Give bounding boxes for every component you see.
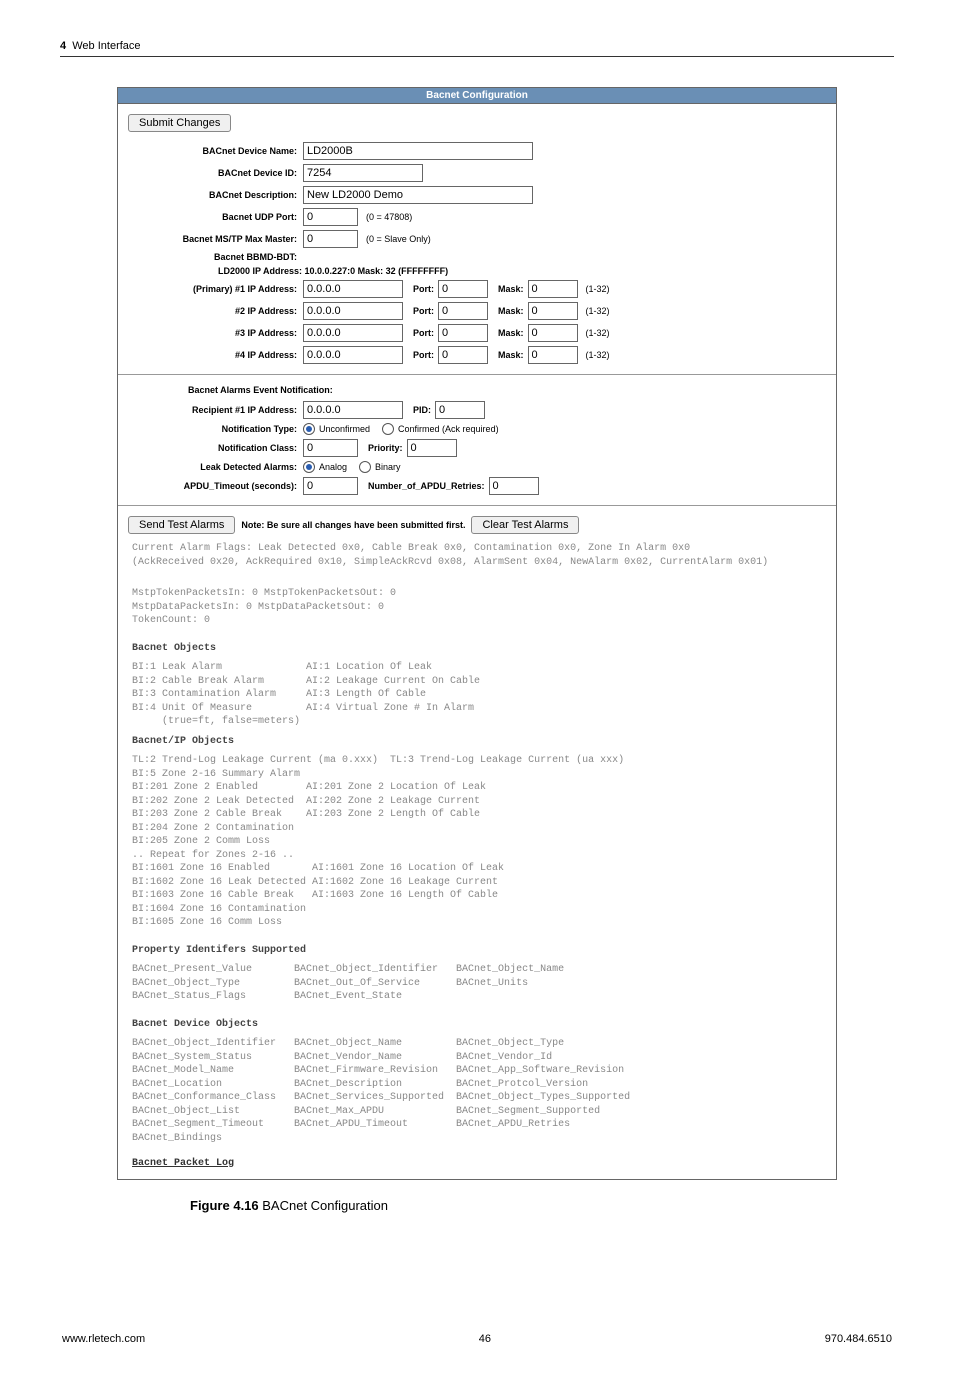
- unconfirmed-label: Unconfirmed: [319, 424, 370, 434]
- device-id-label: BACnet Device ID:: [128, 168, 303, 178]
- apdu-timeout-input[interactable]: [303, 477, 358, 495]
- property-identifiers-text: BACnet_Present_Value BACnet_Object_Ident…: [128, 959, 826, 1006]
- bacnet-objects-heading: Bacnet Objects: [132, 643, 216, 654]
- port3-label: Port:: [413, 328, 434, 338]
- bacnet-ip-objects-heading: Bacnet/IP Objects: [132, 736, 234, 747]
- ip1-label: (Primary) #1 IP Address:: [128, 284, 303, 294]
- mstp-master-input[interactable]: [303, 230, 358, 248]
- property-identifiers-heading: Property Identifers Supported: [132, 945, 306, 956]
- footer-right: 970.484.6510: [825, 1333, 892, 1345]
- port4-label: Port:: [413, 350, 434, 360]
- alarms-section-header: Bacnet Alarms Event Notification:: [188, 385, 826, 395]
- notif-type-label: Notification Type:: [128, 424, 303, 434]
- device-name-input[interactable]: [303, 142, 533, 160]
- recipient-ip-input[interactable]: [303, 401, 403, 419]
- pid-label: PID:: [413, 405, 431, 415]
- port1-label: Port:: [413, 284, 434, 294]
- send-test-alarms-button[interactable]: Send Test Alarms: [128, 516, 235, 534]
- bacnet-device-objects-heading: Bacnet Device Objects: [132, 1019, 258, 1030]
- apdu-retries-label: Number_of_APDU_Retries:: [368, 481, 485, 491]
- ip3-label: #3 IP Address:: [128, 328, 303, 338]
- test-note: Note: Be sure all changes have been subm…: [241, 520, 465, 530]
- mask1-input[interactable]: [528, 280, 578, 298]
- mstp-master-hint: (0 = Slave Only): [366, 234, 431, 244]
- ip1-input[interactable]: [303, 280, 403, 298]
- confirmed-label: Confirmed (Ack required): [398, 424, 499, 434]
- mask4-label: Mask:: [498, 350, 524, 360]
- mask4-input[interactable]: [528, 346, 578, 364]
- page-footer: www.rletech.com 46 970.484.6510: [60, 1333, 894, 1345]
- apdu-timeout-label: APDU_Timeout (seconds):: [128, 481, 303, 491]
- udp-port-input[interactable]: [303, 208, 358, 226]
- bbmd-bdt-label: Bacnet BBMD-BDT:: [128, 252, 303, 262]
- page-header: 4 Web Interface: [60, 40, 894, 57]
- mask1-hint: (1-32): [586, 284, 610, 294]
- recipient-label: Recipient #1 IP Address:: [128, 405, 303, 415]
- port4-input[interactable]: [438, 346, 488, 364]
- section-title: Web Interface: [72, 40, 140, 52]
- ip3-input[interactable]: [303, 324, 403, 342]
- mask1-label: Mask:: [498, 284, 524, 294]
- pid-input[interactable]: [435, 401, 485, 419]
- confirmed-radio[interactable]: [382, 423, 394, 435]
- unconfirmed-radio[interactable]: [303, 423, 315, 435]
- figure-title: BACnet Configuration: [259, 1198, 388, 1213]
- binary-label: Binary: [375, 462, 401, 472]
- mask4-hint: (1-32): [586, 350, 610, 360]
- ip2-input[interactable]: [303, 302, 403, 320]
- port2-input[interactable]: [438, 302, 488, 320]
- udp-port-hint: (0 = 47808): [366, 212, 412, 222]
- packet-counts-text: MstpTokenPacketsIn: 0 MstpTokenPacketsOu…: [128, 583, 826, 630]
- description-input[interactable]: [303, 186, 533, 204]
- ip2-label: #2 IP Address:: [128, 306, 303, 316]
- description-label: BACnet Description:: [128, 190, 303, 200]
- apdu-retries-input[interactable]: [489, 477, 539, 495]
- udp-port-label: Bacnet UDP Port:: [128, 212, 303, 222]
- section-number: 4: [60, 40, 66, 52]
- ip4-label: #4 IP Address:: [128, 350, 303, 360]
- panel-title: Bacnet Configuration: [118, 88, 836, 104]
- device-name-label: BACnet Device Name:: [128, 146, 303, 156]
- priority-input[interactable]: [407, 439, 457, 457]
- mask2-label: Mask:: [498, 306, 524, 316]
- mstp-master-label: Bacnet MS/TP Max Master:: [128, 234, 303, 244]
- clear-test-alarms-button[interactable]: Clear Test Alarms: [471, 516, 579, 534]
- bacnet-config-panel: Bacnet Configuration Submit Changes BACn…: [117, 87, 837, 1180]
- bacnet-device-objects-text: BACnet_Object_Identifier BACnet_Object_N…: [128, 1033, 826, 1147]
- bacnet-packet-log-link[interactable]: Bacnet Packet Log: [132, 1158, 234, 1169]
- port3-input[interactable]: [438, 324, 488, 342]
- bbmd-info-line: LD2000 IP Address: 10.0.0.227:0 Mask: 32…: [218, 266, 454, 276]
- mask2-hint: (1-32): [586, 306, 610, 316]
- footer-center: 46: [479, 1333, 491, 1345]
- footer-left: www.rletech.com: [62, 1333, 145, 1345]
- mask3-hint: (1-32): [586, 328, 610, 338]
- port1-input[interactable]: [438, 280, 488, 298]
- mask3-input[interactable]: [528, 324, 578, 342]
- binary-radio[interactable]: [359, 461, 371, 473]
- analog-label: Analog: [319, 462, 347, 472]
- alarm-flags-text: Current Alarm Flags: Leak Detected 0x0, …: [128, 538, 826, 571]
- notif-class-input[interactable]: [303, 439, 358, 457]
- bacnet-objects-text: BI:1 Leak Alarm AI:1 Location Of Leak BI…: [128, 657, 826, 731]
- notif-class-label: Notification Class:: [128, 443, 303, 453]
- port2-label: Port:: [413, 306, 434, 316]
- ip4-input[interactable]: [303, 346, 403, 364]
- device-id-input[interactable]: [303, 164, 423, 182]
- figure-caption: Figure 4.16 BACnet Configuration: [190, 1198, 894, 1213]
- bacnet-ip-objects-text: TL:2 Trend-Log Leakage Current (ma 0.xxx…: [128, 750, 826, 932]
- figure-number: Figure 4.16: [190, 1198, 259, 1213]
- priority-label: Priority:: [368, 443, 403, 453]
- analog-radio[interactable]: [303, 461, 315, 473]
- mask2-input[interactable]: [528, 302, 578, 320]
- mask3-label: Mask:: [498, 328, 524, 338]
- submit-changes-button[interactable]: Submit Changes: [128, 114, 231, 132]
- leak-alarms-label: Leak Detected Alarms:: [128, 462, 303, 472]
